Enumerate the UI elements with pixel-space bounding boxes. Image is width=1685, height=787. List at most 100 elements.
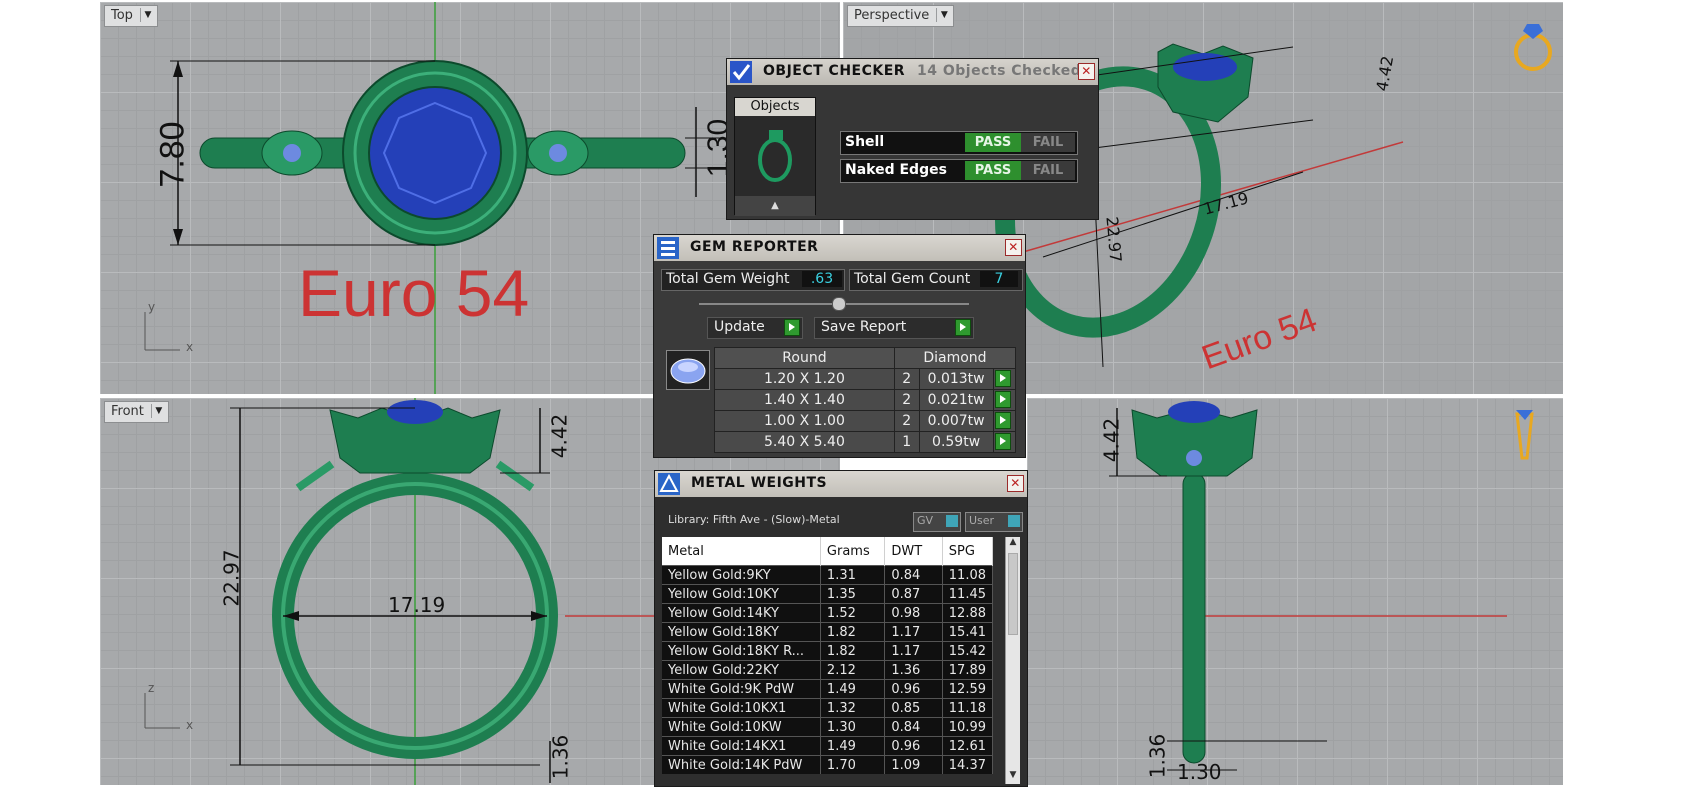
gem-count: 2 (893, 389, 920, 411)
metal-weights-titlebar[interactable]: METAL WEIGHTS ✕ (655, 471, 1027, 497)
table-row[interactable]: White Gold:14K PdW 1.70 1.09 14.37 (662, 755, 994, 774)
ring-size-label: Euro 54 (298, 256, 530, 330)
round-gem-icon (666, 350, 710, 390)
spg: 14.37 (942, 755, 994, 774)
save-report-label: Save Report (821, 319, 907, 335)
spg: 12.59 (942, 679, 994, 699)
metal-name: White Gold:10KX1 (662, 698, 821, 718)
objects-tab[interactable]: Objects (735, 98, 815, 116)
spg: 11.45 (942, 584, 994, 604)
gem-row-button[interactable] (992, 368, 1017, 390)
total-gem-count-value: 7 (980, 271, 1018, 287)
table-row[interactable]: Yellow Gold:18KY 1.82 1.17 15.41 (662, 622, 994, 642)
scrollbar-thumb[interactable] (1008, 553, 1018, 635)
panel-title: GEM REPORTER (690, 239, 819, 255)
dimension-136: 1.36 (1145, 733, 1170, 779)
right-viewport[interactable]: 4.42 1.36 1.30 (1027, 398, 1563, 785)
play-icon (784, 319, 800, 336)
check-row-shell: Shell PASS FAIL (840, 131, 1078, 155)
table-row[interactable]: Yellow Gold:22KY 2.12 1.36 17.89 (662, 660, 994, 680)
metal-weights-icon (658, 473, 680, 495)
axis-z-label: z (148, 681, 155, 695)
metal-weights-panel: METAL WEIGHTS ✕ Library: Fifth Ave - (Sl… (654, 470, 1028, 787)
gem-row: 1.40 X 1.40 2 0.021tw (714, 389, 1017, 411)
spg: 11.18 (942, 698, 994, 718)
spg: 10.99 (942, 717, 994, 737)
dwt: 1.36 (884, 660, 943, 680)
update-button[interactable]: Update (707, 317, 803, 339)
gem-weight: 0.021tw (918, 389, 994, 411)
metal-name: White Gold:14K PdW (662, 755, 821, 774)
gv-toggle[interactable]: GV (913, 512, 961, 532)
gem-weight: 0.013tw (918, 368, 994, 390)
table-row[interactable]: Yellow Gold:14KY 1.52 0.98 12.88 (662, 603, 994, 623)
vertical-scrollbar[interactable]: ▲ ▼ (1005, 537, 1020, 784)
column-header-dwt[interactable]: DWT (884, 537, 943, 566)
grams: 1.32 (820, 698, 886, 718)
table-row[interactable]: White Gold:10KX1 1.32 0.85 11.18 (662, 698, 994, 718)
scroll-up-icon[interactable]: ▲ (1006, 537, 1020, 551)
metal-name: Yellow Gold:18KY R... (662, 641, 821, 661)
update-label: Update (714, 319, 765, 335)
metal-weights-table: Metal Grams DWT SPG Yellow Gold:9KY 1.31 0… (662, 537, 994, 774)
close-icon[interactable]: ✕ (1078, 63, 1095, 80)
scroll-down-icon[interactable]: ▼ (1006, 770, 1020, 784)
dimension-130: 1.30 (1177, 760, 1222, 784)
column-header-spg[interactable]: SPG (942, 537, 994, 566)
table-row[interactable]: White Gold:10KW 1.30 0.84 10.99 (662, 717, 994, 737)
objects-box[interactable]: Objects ▲ (734, 97, 816, 216)
library-label: Library: Fifth Ave - (Slow)-Metal (668, 513, 840, 526)
total-gem-weight-label: Total Gem Weight (666, 271, 790, 287)
play-icon (994, 370, 1011, 387)
gem-shape-header: Round (714, 347, 895, 369)
pass-indicator: PASS (965, 133, 1021, 152)
gem-row-button[interactable] (992, 431, 1017, 453)
grams: 1.52 (820, 603, 886, 623)
dimension-136: 1.36 (548, 734, 573, 780)
table-row[interactable]: Yellow Gold:18KY R... 1.82 1.17 15.42 (662, 641, 994, 661)
toggle-icon (1008, 515, 1020, 527)
table-row[interactable]: Yellow Gold:9KY 1.31 0.84 11.08 (662, 565, 994, 585)
check-row-naked-edges: Naked Edges PASS FAIL (840, 159, 1078, 183)
column-header-grams[interactable]: Grams (820, 537, 886, 566)
metal-name: White Gold:14KX1 (662, 736, 821, 756)
metal-name: Yellow Gold:9KY (662, 565, 821, 585)
gem-count: 1 (893, 431, 920, 453)
play-icon (955, 319, 971, 336)
gem-size: 1.00 X 1.00 (714, 410, 895, 432)
close-icon[interactable]: ✕ (1005, 239, 1022, 256)
gem-row: 1.20 X 1.20 2 0.013tw (714, 368, 1017, 390)
axis-x-label: x (186, 718, 194, 732)
metal-name: White Gold:10KW (662, 717, 821, 737)
table-row[interactable]: White Gold:9K PdW 1.49 0.96 12.59 (662, 679, 994, 699)
checkmark-icon (730, 61, 752, 83)
close-icon[interactable]: ✕ (1007, 475, 1024, 492)
table-row[interactable]: Yellow Gold:10KY 1.35 0.87 11.45 (662, 584, 994, 604)
play-icon (994, 391, 1011, 408)
gem-row-button[interactable] (992, 410, 1017, 432)
save-report-button[interactable]: Save Report (814, 317, 974, 339)
grams: 1.49 (820, 736, 886, 756)
user-label: User (969, 514, 995, 527)
gem-reporter-titlebar[interactable]: GEM REPORTER ✕ (654, 235, 1025, 261)
gem-row-button[interactable] (992, 389, 1017, 411)
gem-weight: 0.59tw (918, 431, 994, 453)
total-gem-count: Total Gem Count 7 (849, 269, 1023, 291)
gem-slider-handle[interactable] (832, 297, 846, 311)
grams: 1.31 (820, 565, 886, 585)
chevron-up-icon[interactable]: ▲ (735, 196, 815, 216)
spg: 12.61 (942, 736, 994, 756)
user-toggle[interactable]: User (965, 512, 1023, 532)
gem-size: 5.40 X 5.40 (714, 431, 895, 453)
column-header-metal[interactable]: Metal (662, 537, 821, 566)
dimension-442: 4.42 (1099, 417, 1124, 463)
dwt: 0.84 (884, 717, 943, 737)
dimension-1719: 17.19 (388, 593, 446, 617)
gem-size: 1.40 X 1.40 (714, 389, 895, 411)
table-row[interactable]: White Gold:14KX1 1.49 0.96 12.61 (662, 736, 994, 756)
gem-report-icon (657, 237, 679, 259)
metal-name: White Gold:9K PdW (662, 679, 821, 699)
object-checker-titlebar[interactable]: OBJECT CHECKER 14 Objects Checked ✕ (727, 59, 1098, 85)
fail-indicator: FAIL (1021, 161, 1075, 180)
pass-indicator: PASS (965, 161, 1021, 180)
